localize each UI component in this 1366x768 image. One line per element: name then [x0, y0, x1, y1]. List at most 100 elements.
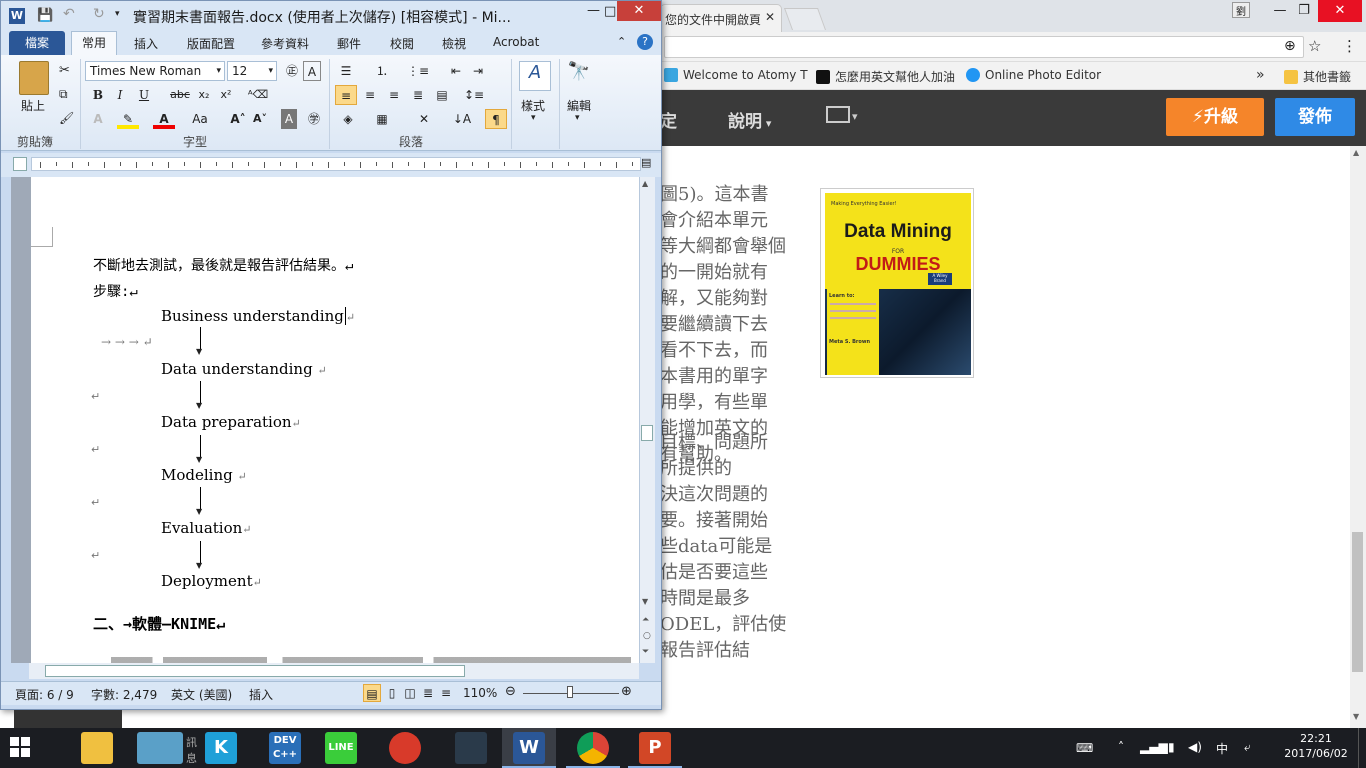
shading-icon[interactable]: ◈: [337, 109, 359, 129]
strikethrough-icon[interactable]: abc: [169, 85, 191, 105]
taskbar-notification[interactable]: 訊息: [126, 728, 197, 768]
highlight-icon[interactable]: ✎: [117, 109, 139, 129]
format-painter-icon[interactable]: 🖌: [59, 111, 74, 125]
horizontal-scroll-thumb[interactable]: [45, 665, 465, 677]
bookmarks-more[interactable]: »: [1256, 67, 1265, 83]
tab-acrobat[interactable]: Acrobat: [493, 35, 539, 49]
subscript-icon[interactable]: x₂: [193, 85, 215, 105]
char-shading-icon[interactable]: A: [281, 109, 297, 129]
styles-button[interactable]: 樣式: [521, 97, 545, 114]
language-indicator[interactable]: 英文 (美國): [171, 686, 232, 703]
zoom-level[interactable]: 110%: [463, 686, 497, 700]
line-spacing-icon[interactable]: ↕≡: [463, 85, 485, 105]
draft-view-icon[interactable]: ≡: [437, 684, 455, 702]
underline-icon[interactable]: U: [133, 85, 155, 105]
taskbar-chrome[interactable]: [566, 728, 620, 768]
char-border-icon[interactable]: A: [303, 61, 321, 81]
page-indicator[interactable]: 頁面: 6 / 9: [15, 686, 74, 703]
show-marks-icon[interactable]: ¶: [485, 109, 507, 129]
bullets-icon[interactable]: ☰: [335, 61, 357, 81]
horizontal-ruler[interactable]: [31, 157, 641, 171]
phonetic-guide-icon[interactable]: ㊣: [281, 61, 303, 81]
paste-button[interactable]: 貼上: [21, 97, 45, 114]
star-icon[interactable]: ☆: [1308, 37, 1321, 55]
shrink-font-icon[interactable]: A˅: [249, 109, 271, 129]
sort-icon[interactable]: ↓A: [451, 109, 473, 129]
increase-indent-icon[interactable]: ⇥: [467, 61, 489, 81]
redo-icon[interactable]: ↻: [93, 6, 105, 22]
borders-icon[interactable]: ▦: [371, 109, 393, 129]
taskbar-audio-app[interactable]: [444, 728, 498, 768]
decrease-indent-icon[interactable]: ⇤: [445, 61, 467, 81]
tab-view[interactable]: 檢視: [442, 35, 466, 52]
chrome-tab[interactable]: 您的文件中開啟頁 ✕: [660, 4, 782, 32]
tab-selector[interactable]: [13, 157, 27, 171]
start-windows-icon[interactable]: [10, 737, 30, 757]
ime-mode-icon[interactable]: ⤶: [1244, 740, 1251, 755]
distributed-icon[interactable]: ▤: [431, 85, 453, 105]
numbering-icon[interactable]: ⒈: [371, 61, 393, 81]
taskbar-word[interactable]: W: [502, 728, 556, 768]
clock[interactable]: 22:21 2017/06/02: [1276, 731, 1356, 761]
editing-button[interactable]: 編輯: [567, 97, 591, 114]
nav-fixed[interactable]: 定: [660, 107, 677, 132]
device-icon[interactable]: [826, 106, 850, 123]
taskbar-line[interactable]: LINE: [314, 728, 368, 768]
tab-layout[interactable]: 版面配置: [187, 35, 235, 52]
upgrade-button[interactable]: ⚡升級: [1166, 98, 1264, 136]
book-cover-image[interactable]: Making Everything Easier! Data Mining FO…: [820, 188, 974, 378]
close-icon[interactable]: ✕: [765, 10, 775, 24]
scroll-up-icon[interactable]: ▲: [1353, 148, 1359, 157]
battery-icon[interactable]: ▮: [1168, 740, 1175, 754]
justify-icon[interactable]: ≣: [407, 85, 429, 105]
taskbar-devcpp[interactable]: DEV C++: [258, 728, 312, 768]
text-effects-icon[interactable]: A: [87, 109, 109, 129]
cut-icon[interactable]: ✂: [59, 63, 70, 78]
signal-icon[interactable]: ▂▄▆: [1140, 740, 1168, 754]
bookmark-atomy[interactable]: Welcome to Atomy T: [664, 68, 808, 82]
copy-icon[interactable]: ⧉: [59, 87, 68, 102]
help-icon[interactable]: ?: [637, 34, 653, 50]
align-left-icon[interactable]: ≡: [335, 85, 357, 105]
show-desktop-button[interactable]: [1358, 728, 1366, 768]
save-icon[interactable]: 💾: [37, 8, 53, 23]
enclose-char-icon[interactable]: ㊫: [303, 109, 325, 129]
word-close-icon[interactable]: ✕: [617, 1, 661, 21]
user-badge[interactable]: 劉: [1232, 2, 1250, 18]
keyboard-icon[interactable]: ⌨: [1076, 741, 1093, 755]
word-count[interactable]: 字數: 2,479: [91, 686, 157, 703]
zoom-out-icon[interactable]: ⊖: [505, 684, 516, 699]
volume-icon[interactable]: ◀): [1188, 740, 1202, 754]
print-layout-icon[interactable]: ▤: [363, 684, 381, 702]
ribbon-collapse-icon[interactable]: ⌃: [617, 35, 626, 48]
taskbar-k-app[interactable]: K: [194, 728, 248, 768]
browse-object-icon[interactable]: ○: [643, 631, 651, 641]
undo-icon[interactable]: ↶: [63, 6, 75, 22]
font-name-combo[interactable]: Times New Roman ▾: [85, 61, 225, 81]
word-app-icon[interactable]: W: [9, 8, 25, 24]
outline-view-icon[interactable]: ≣: [419, 684, 437, 702]
bold-icon[interactable]: B: [87, 85, 109, 105]
word-minimize-icon[interactable]: —: [587, 3, 600, 18]
next-page-icon[interactable]: ⏷: [642, 647, 649, 657]
nav-help[interactable]: 說明 ▾: [728, 107, 771, 132]
styles-icon[interactable]: A: [519, 61, 551, 91]
bookmark-english[interactable]: 怎麼用英文幫他人加油: [816, 68, 955, 85]
tab-references[interactable]: 參考資料: [261, 35, 309, 52]
zoom-slider-thumb[interactable]: [567, 686, 573, 698]
tab-mailings[interactable]: 郵件: [337, 35, 361, 52]
taskbar-red-app[interactable]: [378, 728, 432, 768]
tab-home[interactable]: 常用: [71, 31, 117, 55]
tab-review[interactable]: 校閱: [390, 35, 414, 52]
binoculars-icon[interactable]: 🔭: [565, 61, 593, 91]
align-right-icon[interactable]: ≡: [383, 85, 405, 105]
change-case-icon[interactable]: Aa: [189, 109, 211, 129]
scroll-down-icon[interactable]: ▼: [642, 597, 648, 606]
insert-mode[interactable]: 插入: [249, 686, 273, 703]
tray-expand-icon[interactable]: ˄: [1118, 740, 1124, 754]
publish-button[interactable]: 發佈: [1275, 98, 1355, 136]
word-maximize-icon[interactable]: □: [604, 4, 616, 19]
italic-icon[interactable]: I: [109, 85, 131, 105]
align-center-icon[interactable]: ≡: [359, 85, 381, 105]
document-page[interactable]: [31, 177, 639, 663]
